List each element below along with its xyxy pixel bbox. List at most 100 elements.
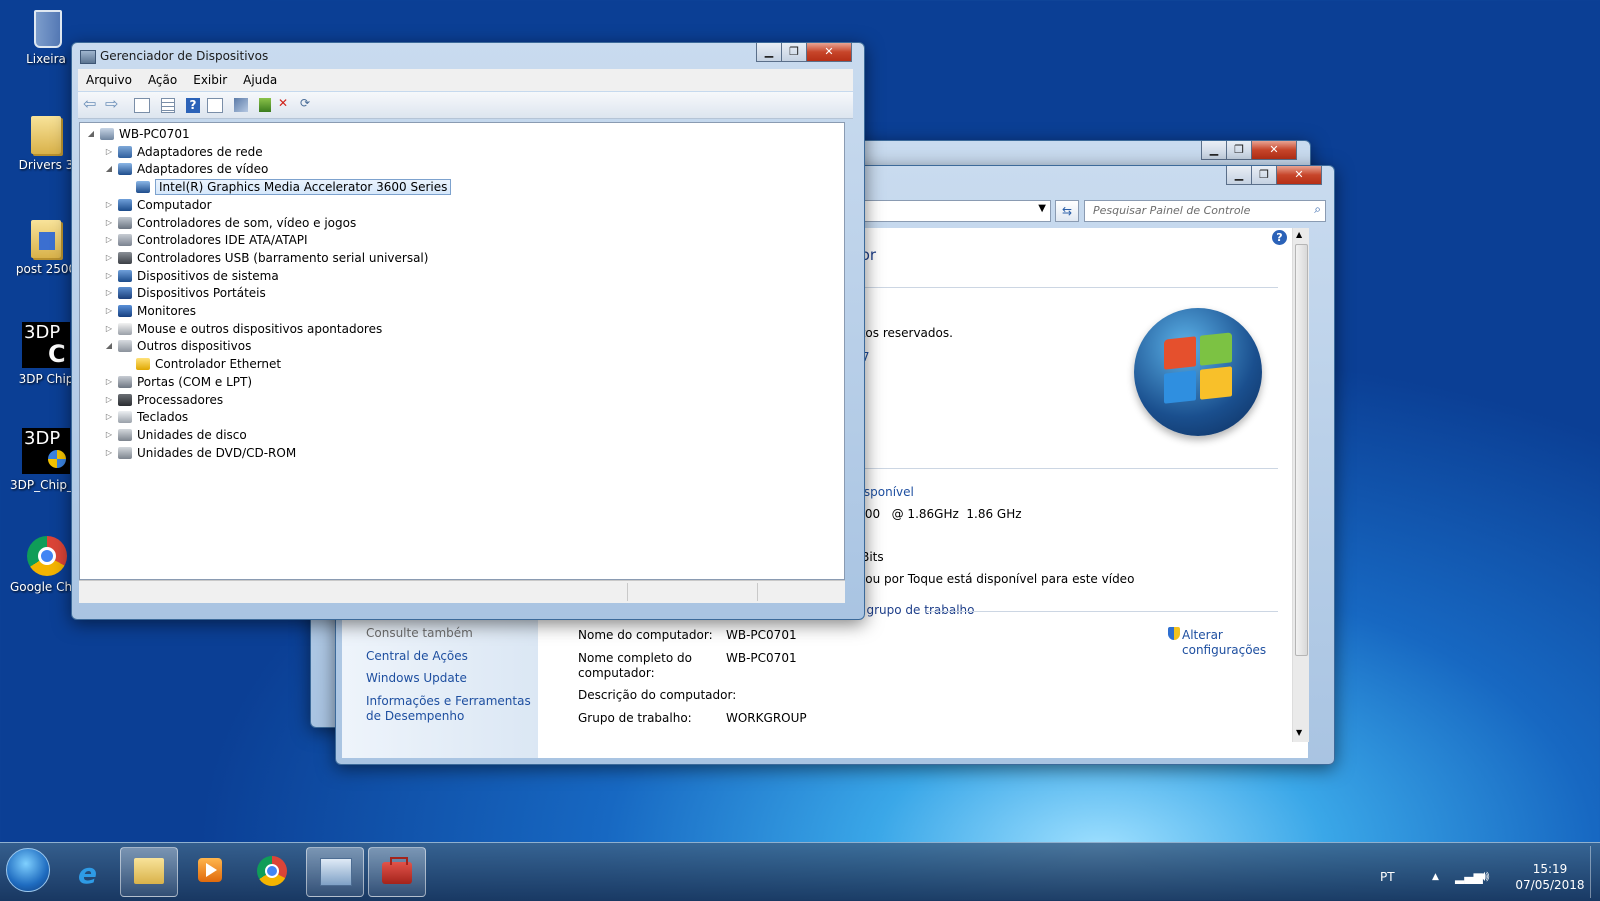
expand-icon[interactable]: ▷ xyxy=(104,408,114,426)
clock-date[interactable]: 07/05/2018 xyxy=(1510,878,1590,892)
language-indicator[interactable]: PT xyxy=(1380,870,1395,884)
tree-node-label: Mouse e outros dispositivos apontadores xyxy=(137,321,383,336)
show-desktop-button[interactable] xyxy=(1590,846,1600,898)
restore-button[interactable]: ❐ xyxy=(1251,166,1277,185)
clock-time[interactable]: 15:19 xyxy=(1520,862,1580,876)
tree-node[interactable]: ▷ Teclados xyxy=(104,408,188,426)
tree-node[interactable]: ▷ Controladores IDE ATA/ATAPI xyxy=(104,231,308,249)
search-icon[interactable]: ⌕ xyxy=(1314,202,1321,217)
expand-icon[interactable]: ▷ xyxy=(104,284,114,302)
properties-view-icon[interactable] xyxy=(134,97,150,113)
tree-node[interactable]: Controlador Ethernet xyxy=(122,355,281,373)
device-tree[interactable]: ◢ WB-PC0701 ▷ Adaptadores de rede ◢ Adaptado… xyxy=(79,122,845,580)
expand-icon[interactable]: ▷ xyxy=(104,444,114,462)
scroll-up-icon[interactable]: ▲ xyxy=(1296,230,1302,239)
scan-hardware-icon[interactable] xyxy=(234,98,248,112)
display-adapter-icon xyxy=(118,163,132,176)
expand-icon[interactable]: ▷ xyxy=(104,373,114,391)
close-button[interactable]: ✕ xyxy=(806,43,852,62)
tree-node-label: Unidades de DVD/CD-ROM xyxy=(137,445,297,460)
toolbar: ⇦ ⇨? ✕ ⟳ xyxy=(78,92,853,119)
minimize-button[interactable]: ▁ xyxy=(1201,141,1227,160)
unknown-device-icon xyxy=(118,340,132,353)
expand-icon[interactable]: ▷ xyxy=(104,231,114,249)
chevron-down-icon[interactable]: ▼ xyxy=(1038,203,1046,214)
menu-ajuda[interactable]: Ajuda xyxy=(235,69,285,91)
menu-exibir[interactable]: Exibir xyxy=(185,69,235,91)
expand-icon[interactable]: ▷ xyxy=(104,320,114,338)
tree-node[interactable]: ▷ Unidades de DVD/CD-ROM xyxy=(104,444,296,462)
close-button[interactable]: ✕ xyxy=(1276,166,1322,185)
collapse-icon[interactable]: ◢ xyxy=(104,160,114,178)
link-action-center[interactable]: Central de Ações xyxy=(366,649,468,663)
expand-icon[interactable]: ▷ xyxy=(104,143,114,161)
tree-node[interactable]: ▷ Adaptadores de rede xyxy=(104,143,263,161)
tree-root[interactable]: ◢ WB-PC0701 xyxy=(86,125,190,143)
menu-arquivo[interactable]: Arquivo xyxy=(78,69,140,91)
expand-icon[interactable]: ▷ xyxy=(104,426,114,444)
tree-node[interactable]: ◢ Outros dispositivos xyxy=(104,337,251,355)
3dp-chip-icon: 3DP C xyxy=(22,322,70,368)
tree-node[interactable]: ▷ Processadores xyxy=(104,391,223,409)
taskbar xyxy=(0,842,1600,901)
tree-node[interactable]: ▷ Computador xyxy=(104,196,212,214)
tree-node[interactable]: ▷ Mouse e outros dispositivos apontadores xyxy=(104,320,382,338)
window-title: Gerenciador de Dispositivos xyxy=(100,49,269,63)
scroll-down-icon[interactable]: ▼ xyxy=(1296,728,1302,737)
help-icon[interactable]: ? xyxy=(1272,230,1287,245)
search-input[interactable]: Pesquisar Painel de Controle ⌕ xyxy=(1084,200,1326,222)
media-player-icon[interactable] xyxy=(182,847,238,895)
link-windows-update[interactable]: Windows Update xyxy=(366,671,467,685)
details-icon[interactable] xyxy=(207,97,223,113)
enable-icon[interactable]: ⟳ xyxy=(295,96,315,114)
expand-icon[interactable]: ◢ xyxy=(86,125,96,143)
minimize-button[interactable]: ▁ xyxy=(756,43,782,62)
close-button[interactable]: ✕ xyxy=(1251,141,1297,160)
row-value: WORKGROUP xyxy=(726,711,807,725)
expand-icon[interactable]: ▷ xyxy=(104,249,114,267)
tree-node-label: Controladores IDE ATA/ATAPI xyxy=(137,233,308,248)
expand-icon[interactable]: ▷ xyxy=(104,302,114,320)
uninstall-icon[interactable]: ✕ xyxy=(273,96,293,114)
expand-icon[interactable]: ▷ xyxy=(104,214,114,232)
forward-icon[interactable]: ⇨ xyxy=(105,96,125,114)
update-driver-icon[interactable] xyxy=(259,98,271,112)
expand-icon[interactable]: ▷ xyxy=(104,391,114,409)
refresh-icon[interactable]: ⇆ xyxy=(1055,200,1079,222)
tree-node[interactable]: ▷ Controladores de som, vídeo e jogos xyxy=(104,214,356,232)
list-icon[interactable] xyxy=(161,97,175,113)
tree-node[interactable]: ▷ Dispositivos Portáteis xyxy=(104,284,266,302)
scroll-thumb[interactable] xyxy=(1295,244,1308,656)
chrome-icon[interactable] xyxy=(244,847,300,895)
collapse-icon[interactable]: ◢ xyxy=(104,337,114,355)
show-hidden-icons-icon[interactable]: ▲ xyxy=(1432,872,1439,882)
tree-node[interactable]: ▷ Portas (COM e LPT) xyxy=(104,373,252,391)
change-settings-link[interactable]: Alterar configurações xyxy=(1182,628,1268,658)
tree-node[interactable]: ▷ Unidades de disco xyxy=(104,426,247,444)
tree-node-label: Portas (COM e LPT) xyxy=(137,374,253,389)
menu-bar: Arquivo Ação Exibir Ajuda xyxy=(78,69,853,91)
control-panel-icon[interactable] xyxy=(306,847,364,897)
tree-node[interactable]: ▷ Monitores xyxy=(104,302,196,320)
minimize-button[interactable]: ▁ xyxy=(1226,166,1252,185)
expand-icon[interactable]: ▷ xyxy=(104,267,114,285)
menu-acao[interactable]: Ação xyxy=(140,69,185,91)
network-icon[interactable]: ▂▄▆ xyxy=(1455,870,1483,884)
address-bar[interactable]: ▼ xyxy=(849,200,1051,222)
vertical-scrollbar[interactable]: ▲ ▼ xyxy=(1292,228,1309,742)
tree-node[interactable]: ▷ Controladores USB (barramento serial un… xyxy=(104,249,429,267)
volume-icon[interactable]: 🔊︎ xyxy=(1480,867,1489,885)
explorer-icon[interactable] xyxy=(120,847,178,897)
start-orb-icon[interactable] xyxy=(6,848,50,892)
internet-explorer-icon[interactable]: e xyxy=(62,847,118,895)
back-icon[interactable]: ⇦ xyxy=(83,96,103,114)
maximize-button[interactable]: ❐ xyxy=(1226,141,1252,160)
tree-node[interactable]: Intel(R) Graphics Media Accelerator 3600… xyxy=(122,178,452,196)
help-icon[interactable]: ? xyxy=(186,97,200,113)
tree-node[interactable]: ◢ Adaptadores de vídeo xyxy=(104,160,268,178)
link-performance-tools[interactable]: Informações e Ferramentas de Desempenho xyxy=(366,694,536,724)
device-manager-icon[interactable] xyxy=(368,847,426,897)
expand-icon[interactable]: ▷ xyxy=(104,196,114,214)
tree-node[interactable]: ▷ Dispositivos de sistema xyxy=(104,267,279,285)
maximize-button[interactable]: ❐ xyxy=(781,43,807,62)
